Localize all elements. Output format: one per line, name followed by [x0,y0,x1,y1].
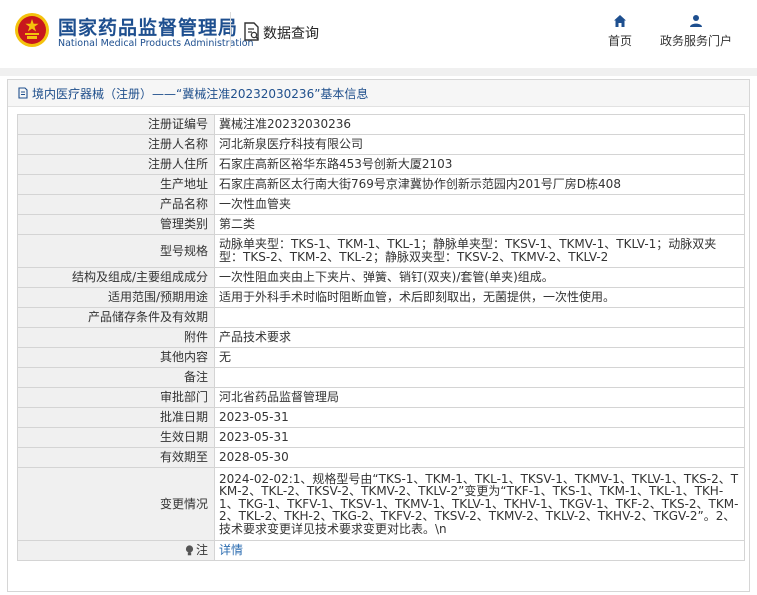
row-label: 注册证编号 [17,114,215,135]
row-label: 产品储存条件及有效期 [17,307,215,328]
row-value: 2028-05-30 [214,447,745,468]
table-row: 变更情况 2024-02-02:1、规格型号由“TKS-1、TKM-1、TKL-… [17,467,745,541]
note-label: 注 [195,543,208,557]
row-value: 适用于外科手术时临时阻断血管，术后即刻取出，无菌提供，一次性使用。 [214,287,745,308]
row-label: 其他内容 [17,347,215,368]
row-value: 产品技术要求 [214,327,745,348]
panel-title-bar: 境内医疗器械（注册）——“冀械注准20232030236”基本信息 [8,80,749,107]
panel-title: 境内医疗器械（注册）——“冀械注准20232030236”基本信息 [32,86,369,101]
table-row: 有效期至 2028-05-30 [17,447,745,468]
details-link[interactable]: 详情 [219,543,243,557]
row-label: 注册人名称 [17,134,215,155]
nav-services[interactable]: 政务服务门户 [656,14,736,49]
table-row: 产品名称 一次性血管夹 [17,194,745,215]
note-value-cell: 详情 [214,540,745,561]
nav-services-label: 政务服务门户 [659,34,732,48]
row-value: 2023-05-31 [214,407,745,428]
user-icon [690,15,702,27]
row-value [214,367,745,388]
table-row: 结构及组成/主要组成成分 一次性阻血夹由上下夹片、弹簧、销钉(双夹)/套管(单夹… [17,267,745,288]
table-row: 批准日期 2023-05-31 [17,407,745,428]
row-label: 型号规格 [17,234,215,268]
row-value: 动脉单夹型：TKS-1、TKM-1、TKL-1；静脉单夹型：TKSV-1、TKM… [214,234,745,268]
row-label: 适用范围/预期用途 [17,287,215,308]
row-value: 一次性阻血夹由上下夹片、弹簧、销钉(双夹)/套管(单夹)组成。 [214,267,745,288]
row-value: 无 [214,347,745,368]
document-icon [18,87,28,99]
table-row: 其他内容 无 [17,347,745,368]
row-label: 结构及组成/主要组成成分 [17,267,215,288]
site-logo-title[interactable]: 国家药品监督管理局 [58,13,238,40]
detail-panel: 境内医疗器械（注册）——“冀械注准20232030236”基本信息 注册证编号 … [7,79,750,592]
row-value: 石家庄高新区太行南大街769号京津冀协作创新示范园内201号厂房D栋408 [214,174,745,195]
nav-home[interactable]: 首页 [604,14,636,49]
table-row: 注册人住所 石家庄高新区裕华东路453号创新大厦2103 [17,154,745,175]
national-emblem-icon [15,13,49,47]
table-row: 生效日期 2023-05-31 [17,427,745,448]
table-row: 审批部门 河北省药品监督管理局 [17,387,745,408]
table-row: 产品储存条件及有效期 [17,307,745,328]
row-label: 审批部门 [17,387,215,408]
nav-home-label: 首页 [607,34,632,48]
row-value: 第二类 [214,214,745,235]
table-row: 型号规格 动脉单夹型：TKS-1、TKM-1、TKL-1；静脉单夹型：TKSV-… [17,234,745,268]
row-label: 变更情况 [17,467,215,541]
header-band [0,68,757,76]
row-label: 产品名称 [17,194,215,215]
row-value: 一次性血管夹 [214,194,745,215]
row-label: 批准日期 [17,407,215,428]
row-value: 2024-02-02:1、规格型号由“TKS-1、TKM-1、TKL-1、TKS… [214,467,745,541]
row-value [214,307,745,328]
table-row: 适用范围/预期用途 适用于外科手术时临时阻断血管，术后即刻取出，无菌提供，一次性… [17,287,745,308]
row-label: 附件 [17,327,215,348]
home-icon [614,15,626,27]
table-row: 备注 [17,367,745,388]
document-search-icon [244,22,259,41]
row-value: 河北新泉医疗科技有限公司 [214,134,745,155]
data-query-title[interactable]: 数据查询 [263,23,319,43]
row-label: 管理类别 [17,214,215,235]
info-table: 注册证编号 冀械注准20232030236 注册人名称 河北新泉医疗科技有限公司… [17,114,745,561]
row-value: 石家庄高新区裕华东路453号创新大厦2103 [214,154,745,175]
note-label-cell: 注 [17,540,215,561]
row-value: 河北省药品监督管理局 [214,387,745,408]
table-row: 注册人名称 河北新泉医疗科技有限公司 [17,134,745,155]
site-header: 国家药品监督管理局 National Medical Products Admi… [0,0,757,68]
site-logo-subtitle: National Medical Products Administration [58,38,254,49]
row-value: 2023-05-31 [214,427,745,448]
header-divider [230,12,231,48]
table-row: 管理类别 第二类 [17,214,745,235]
row-label: 有效期至 [17,447,215,468]
table-row: 注册证编号 冀械注准20232030236 [17,114,745,135]
row-label: 生效日期 [17,427,215,448]
row-value: 冀械注准20232030236 [214,114,745,135]
row-label: 注册人住所 [17,154,215,175]
table-row: 生产地址 石家庄高新区太行南大街769号京津冀协作创新示范园内201号厂房D栋4… [17,174,745,195]
table-row-note: 注 详情 [17,540,745,561]
row-label: 备注 [17,367,215,388]
row-label: 生产地址 [17,174,215,195]
table-row: 附件 产品技术要求 [17,327,745,348]
lightbulb-icon [185,545,194,556]
